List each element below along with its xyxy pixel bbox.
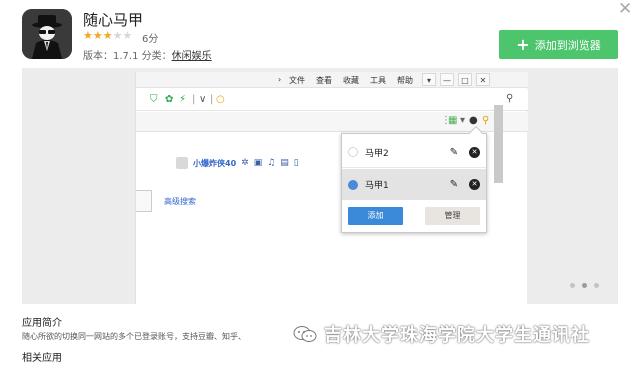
gear-icon[interactable]: ✿ <box>165 94 173 105</box>
popup-manage-button[interactable]: 管理 <box>425 207 480 225</box>
skin-icon[interactable]: ▾ <box>422 73 436 86</box>
carousel-dots <box>570 283 599 288</box>
add-to-browser-label: 添加到浏览器 <box>534 38 601 52</box>
account-switcher-popup: 马甲2 ✎ ✕ 马甲1 ✎ ✕ 添加 管理 <box>341 125 487 233</box>
apps-grid-icon[interactable]: ▦ <box>448 115 457 127</box>
delete-icon[interactable]: ✕ <box>469 146 480 158</box>
menu-file[interactable]: 文件 <box>289 75 305 86</box>
divider-icon: | <box>192 94 196 105</box>
app-title: 随心马甲 <box>83 11 144 29</box>
carousel-dot[interactable] <box>582 283 587 288</box>
account-name: 马甲2 <box>365 148 389 159</box>
printer-icon[interactable]: ▤ <box>280 158 289 168</box>
menu-tools[interactable]: 工具 <box>370 75 386 86</box>
star-filled-icon: ★ <box>83 29 93 42</box>
pencil-icon[interactable]: ✎ <box>445 179 463 190</box>
settings-icon[interactable]: ✲ <box>241 158 249 168</box>
browser-menubar: › 文件 查看 收藏 工具 帮助 ▾ — □ ✕ <box>136 72 528 88</box>
carousel-dot[interactable] <box>570 283 575 288</box>
popup-add-button[interactable]: 添加 <box>348 207 403 225</box>
account-row[interactable]: 马甲1 ✎ ✕ <box>342 169 486 200</box>
window-close-icon[interactable]: ✕ <box>476 73 490 86</box>
category-link[interactable]: 休闲娱乐 <box>172 51 212 62</box>
bolt-icon[interactable]: ⚡ <box>179 94 186 105</box>
watermark-text: 吉林大学珠海学院大学生通讯社 <box>324 325 590 346</box>
version-text: 版本：1.7.1 分类： <box>83 51 172 62</box>
menu-view[interactable]: 查看 <box>316 75 332 86</box>
app-meta: 版本：1.7.1 分类：休闲娱乐 <box>83 47 212 62</box>
menu-favorites[interactable]: 收藏 <box>343 75 359 86</box>
menu-arrow-icon: › <box>278 75 282 84</box>
add-to-browser-button[interactable]: + 添加到浏览器 <box>499 30 618 59</box>
search-icon[interactable]: ⚲ <box>506 93 513 104</box>
account-name: 马甲1 <box>365 181 389 191</box>
app-detail-page: 随心马甲 ★★★★★ 6分 版本：1.7.1 分类：休闲娱乐 ✕ + 添加到浏览… <box>0 0 640 366</box>
carousel-dot[interactable] <box>594 283 599 288</box>
extension-toolbar: ⋮ ▦ ▾ ● ⚲ <box>136 112 528 132</box>
robot-icon[interactable]: ▣ <box>254 158 263 168</box>
pencil-icon[interactable]: ✎ <box>445 147 463 158</box>
avatar[interactable] <box>176 157 188 169</box>
intro-heading: 应用简介 <box>22 318 62 329</box>
rating-stars: ★★★★★ <box>83 29 132 42</box>
account-radio[interactable] <box>348 147 358 157</box>
address-bar: ⛉ ✿ ⚡ | ∨ | ○ ⚲ <box>136 89 528 111</box>
star-empty-icon: ★ <box>122 29 133 42</box>
phone-icon[interactable]: ▯ <box>294 158 299 168</box>
account-row[interactable]: 马甲2 ✎ ✕ <box>342 137 486 168</box>
site-user-bar: 小爆炸侠40 ✲ ▣ ♫ ▤ ▯ <box>176 156 299 170</box>
star-filled-icon: ★ <box>92 29 103 42</box>
dropdown-chevron-icon[interactable]: ∨ <box>199 94 206 105</box>
menu-help[interactable]: 帮助 <box>397 75 413 86</box>
search-engine-icon[interactable]: ○ <box>216 94 225 105</box>
plus-icon: + <box>516 34 530 54</box>
wechat-logo-icon <box>293 326 317 342</box>
close-icon[interactable]: ✕ <box>618 1 632 18</box>
maximize-icon[interactable]: □ <box>458 73 472 86</box>
spy-avatar-icon <box>22 9 72 59</box>
delete-icon[interactable]: ✕ <box>469 179 480 190</box>
search-button[interactable] <box>136 190 152 212</box>
related-heading: 相关应用 <box>22 353 62 364</box>
advanced-search-link[interactable]: 高级搜索 <box>164 196 196 207</box>
scrollbar[interactable] <box>494 105 503 183</box>
watermark: 吉林大学珠海学院大学生通讯社 <box>292 318 632 350</box>
shield-icon[interactable]: ⛉ <box>150 94 158 105</box>
user-name[interactable]: 小爆炸侠40 <box>193 158 236 169</box>
intro-text: 随心所欲的切换同一网站的多个已登录账号，支持豆瓣、知乎、 <box>22 332 246 341</box>
account-radio[interactable] <box>348 179 358 190</box>
divider-icon: | <box>210 94 214 105</box>
star-filled-icon: ★ <box>102 29 113 42</box>
dropdown-arrow-icon[interactable]: ▾ <box>460 115 465 127</box>
minimize-icon[interactable]: — <box>440 73 454 86</box>
spy-extension-icon[interactable]: ● <box>469 115 478 127</box>
screenshot-preview: › 文件 查看 收藏 工具 帮助 ▾ — □ ✕ ⛉ ✿ ⚡ | ∨ | ○ ⚲ <box>22 68 618 304</box>
star-empty-icon: ★ <box>112 29 123 42</box>
magnifier-icon[interactable]: ⚲ <box>482 115 489 127</box>
bell-icon[interactable]: ♫ <box>267 158 275 168</box>
rating-score: 6分 <box>142 34 159 45</box>
address-input[interactable] <box>231 94 503 106</box>
